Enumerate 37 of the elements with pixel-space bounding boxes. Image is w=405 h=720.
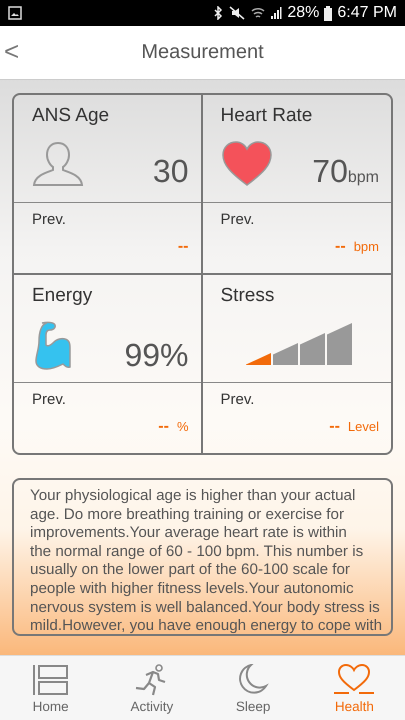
metric-title: Stress — [220, 285, 274, 307]
metric-title: ANS Age — [32, 105, 110, 127]
previous-label: Prev. — [32, 211, 66, 228]
nav-tab[interactable]: Health — [304, 656, 405, 720]
clock: 6:47 PM — [337, 4, 397, 22]
metric-title: Heart Rate — [220, 105, 312, 127]
nav-tab[interactable]: Activity — [101, 656, 202, 720]
previous-unit: Level — [348, 419, 379, 434]
heart-icon — [220, 141, 272, 187]
previous-label: Prev. — [220, 391, 254, 408]
previous-label: Prev. — [32, 391, 66, 408]
metric-title: Energy — [32, 285, 92, 307]
gallery-icon — [8, 6, 22, 20]
heart-icon — [334, 664, 374, 696]
battery-icon — [324, 6, 332, 20]
mute-icon — [228, 6, 246, 20]
previous-unit: bpm — [354, 239, 379, 254]
metric-value: 70bpm — [312, 155, 379, 187]
previous-unit: % — [176, 419, 188, 434]
person-icon — [32, 141, 84, 187]
previous-value: -- — [335, 238, 346, 256]
metric-value: 99% — [124, 339, 188, 371]
nav-tab[interactable]: Sleep — [202, 656, 304, 720]
battery-percent: 28% — [287, 4, 320, 22]
screen-title: Measurement — [141, 41, 264, 64]
wifi-icon — [251, 6, 266, 20]
summary-text: Your physiological age is higher than your actual age. Do more breathing training or exercise for improvements.Your average heart rate is within the normal range of 60 - 100 bpm. This number is usually on the lower part of the 60-100 scale for people with higher fitness levels.Your autonomic nervous system is well balanced.Your body stress is mild.However, you have enough energy to cope with — [30, 487, 383, 634]
nav-tab[interactable]: Home — [0, 656, 102, 720]
bluetooth-icon — [213, 6, 224, 20]
layout-icon — [30, 664, 71, 696]
back-button[interactable]: < — [0, 38, 24, 64]
signal-icon — [270, 6, 282, 20]
previous-value: -- — [329, 418, 340, 436]
previous-value: -- — [158, 418, 169, 436]
previous-value: -- — [178, 238, 188, 256]
previous-label: Prev. — [220, 211, 254, 228]
metric-value: 30 — [152, 155, 188, 187]
